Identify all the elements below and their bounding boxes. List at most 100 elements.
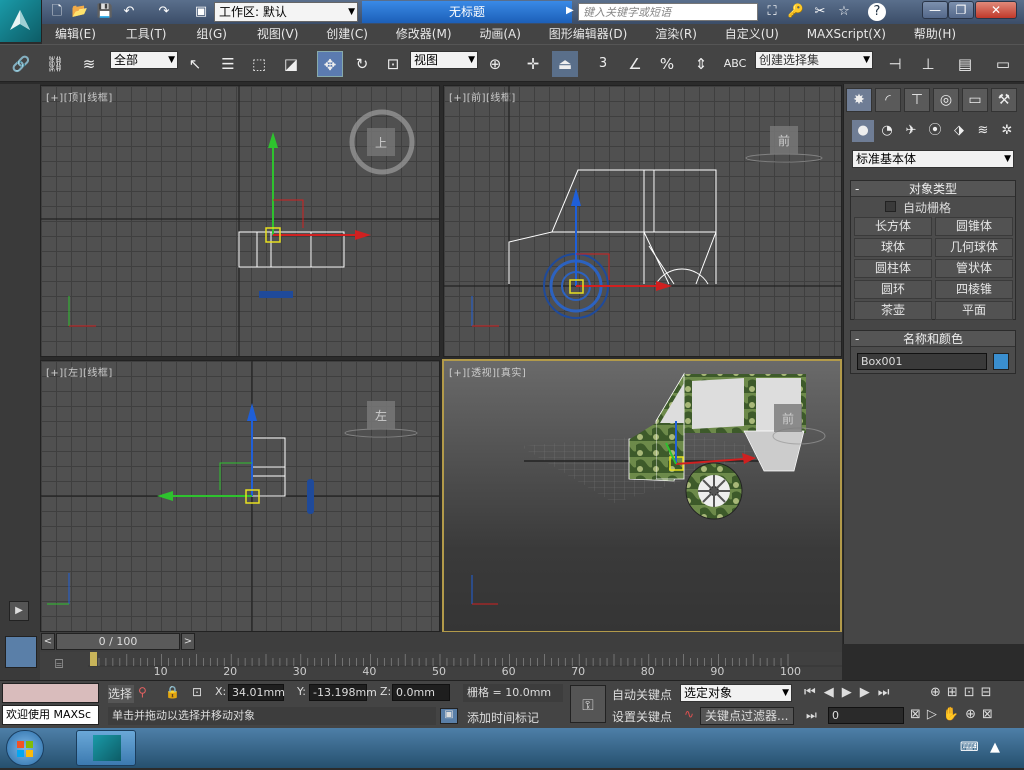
layer-manager-icon[interactable]: ▤: [952, 51, 978, 77]
maxscript-listener-pink[interactable]: [2, 683, 99, 703]
select-object-icon[interactable]: ↖: [182, 51, 208, 77]
autogrid-checkbox[interactable]: [885, 201, 896, 212]
search-arrow-icon[interactable]: ▶: [566, 5, 574, 16]
shapes-icon[interactable]: ◔: [876, 120, 898, 142]
object-color-swatch[interactable]: [993, 353, 1009, 370]
undo-icon[interactable]: ↶: [120, 3, 138, 21]
systems-icon[interactable]: ✲: [996, 120, 1018, 142]
key-filters-button[interactable]: 关键点过滤器...: [700, 707, 794, 725]
utilities-tab-icon[interactable]: ⚒: [991, 88, 1017, 112]
geometry-icon[interactable]: ●: [852, 120, 874, 142]
viewcube-front[interactable]: 前: [778, 133, 790, 148]
x-coord-input[interactable]: 34.01mm: [228, 684, 285, 701]
menu-help[interactable]: 帮助(H): [890, 24, 956, 44]
box-button[interactable]: 长方体: [854, 217, 932, 236]
close-button[interactable]: ✕: [975, 1, 1017, 19]
set-key-key-icon[interactable]: ⚿: [570, 685, 606, 723]
display-tab-icon[interactable]: ▭: [962, 88, 988, 112]
taskbar-3dsmax-button[interactable]: [76, 730, 136, 766]
viewport-front[interactable]: [+][前][线框] 前: [443, 85, 842, 357]
select-scale-icon[interactable]: ⊡: [380, 51, 406, 77]
menu-modifiers[interactable]: 修改器(M): [372, 24, 452, 44]
menu-animation[interactable]: 动画(A): [455, 24, 521, 44]
reference-coord-dropdown[interactable]: 视图 ▼: [410, 51, 478, 69]
plane-button[interactable]: 平面: [935, 301, 1013, 320]
link-icon[interactable]: 🔗: [8, 51, 34, 77]
teapot-button[interactable]: 茶壶: [854, 301, 932, 320]
bind-spacewarp-icon[interactable]: ≋: [76, 51, 102, 77]
spacewarps-icon[interactable]: ≋: [972, 120, 994, 142]
app-logo-button[interactable]: [0, 0, 42, 42]
set-key-button[interactable]: 设置关键点: [612, 708, 672, 725]
maximize-button[interactable]: ❐: [948, 1, 974, 19]
key-mode-icon[interactable]: ⏭: [806, 708, 817, 723]
graphite-tools-icon[interactable]: ▭: [990, 51, 1016, 77]
auto-key-button[interactable]: 自动关键点: [612, 686, 672, 703]
minimize-button[interactable]: —: [922, 1, 948, 19]
manipulate-icon[interactable]: ✛: [520, 51, 546, 77]
isolate-icon[interactable]: ⚲: [138, 685, 154, 699]
spinner-snap-icon[interactable]: ⇕: [688, 51, 714, 77]
pivot-center-icon[interactable]: ⊕: [482, 51, 508, 77]
project-folder-icon[interactable]: ▣: [192, 3, 210, 21]
viewport-nav-controls-bottom[interactable]: ⊠▷✋⊕⊠: [910, 707, 1022, 722]
key-icon[interactable]: 🔑: [787, 3, 805, 21]
selection-filter-dropdown[interactable]: 全部 ▼: [110, 51, 178, 69]
help-icon[interactable]: ?: [868, 3, 886, 21]
menu-tools[interactable]: 工具(T): [100, 24, 167, 44]
mirror-icon[interactable]: ⊣: [882, 51, 908, 77]
menu-graph-editors[interactable]: 图形编辑器(D): [525, 24, 628, 44]
lights-icon[interactable]: ✈: [900, 120, 922, 142]
snap-toggle-icon[interactable]: 3: [590, 51, 616, 77]
maxscript-listener-white[interactable]: 欢迎使用 MAXSc: [2, 705, 99, 725]
primitive-type-dropdown[interactable]: 标准基本体 ▼: [852, 150, 1014, 168]
named-selection-dropdown[interactable]: 创建选择集 ▼: [755, 51, 873, 69]
abs-mode-icon[interactable]: ⊡: [192, 685, 208, 699]
menu-group[interactable]: 组(G): [170, 24, 227, 44]
next-frame-arrow[interactable]: >: [181, 633, 195, 650]
helpers-icon[interactable]: ⬗: [948, 120, 970, 142]
star-icon[interactable]: ☆: [835, 3, 853, 21]
menu-customize[interactable]: 自定义(U): [701, 24, 779, 44]
windows-start-button[interactable]: [6, 730, 44, 766]
window-crossing-icon[interactable]: ◪: [278, 51, 304, 77]
geosphere-button[interactable]: 几何球体: [935, 238, 1013, 257]
keyboard-tray-icon[interactable]: ⌨: [960, 740, 979, 755]
align-icon[interactable]: ⊥: [915, 51, 941, 77]
keyboard-shortcut-icon[interactable]: ⏏: [552, 51, 578, 77]
viewport-perspective[interactable]: [+][透视][真实] 前: [442, 359, 842, 633]
menu-maxscript[interactable]: MAXScript(X): [783, 24, 886, 44]
key-target-dropdown[interactable]: 选定对象 ▼: [680, 684, 792, 702]
create-tab-icon[interactable]: ✸: [846, 88, 872, 112]
modify-tab-icon[interactable]: ◜: [875, 88, 901, 112]
angle-snap-icon[interactable]: ∠: [622, 51, 648, 77]
select-rotate-icon[interactable]: ↻: [349, 51, 375, 77]
workspace-dropdown[interactable]: 工作区: 默认 ▼: [214, 2, 358, 22]
search-input[interactable]: 键入关键字或短语: [578, 3, 758, 21]
sphere-button[interactable]: 球体: [854, 238, 932, 257]
binoculars-icon[interactable]: ⛶: [763, 3, 781, 21]
rect-selection-icon[interactable]: ⬚: [246, 51, 272, 77]
redo-icon[interactable]: ↷: [155, 3, 173, 21]
current-frame-marker[interactable]: [90, 652, 97, 666]
hierarchy-tab-icon[interactable]: ⊤: [904, 88, 930, 112]
motion-tab-icon[interactable]: ◎: [933, 88, 959, 112]
viewport-layout-icon[interactable]: [5, 636, 37, 668]
edit-named-sel-icon[interactable]: ABC: [722, 51, 748, 77]
frame-number-input[interactable]: 0: [828, 707, 904, 724]
play-panel-icon[interactable]: ▶: [9, 601, 29, 621]
percent-snap-icon[interactable]: %: [654, 51, 680, 77]
speaker-tray-icon[interactable]: ▲: [990, 740, 1000, 755]
track-bar[interactable]: ⌸ 10 20 30 40 50 60 70 80 90 100: [40, 652, 842, 680]
name-color-header[interactable]: - 名称和颜色: [851, 331, 1015, 347]
cameras-icon[interactable]: ⦿: [924, 120, 946, 142]
cylinder-button[interactable]: 圆柱体: [854, 259, 932, 278]
time-slider-thumb[interactable]: 0 / 100: [56, 633, 180, 650]
pyramid-button[interactable]: 四棱锥: [935, 280, 1013, 299]
menu-rendering[interactable]: 渲染(R): [631, 24, 697, 44]
menu-views[interactable]: 视图(V): [231, 24, 299, 44]
lock-icon[interactable]: 🔒: [165, 685, 181, 699]
select-move-icon[interactable]: ✥: [317, 51, 343, 77]
viewcube-left[interactable]: 左: [375, 408, 387, 423]
y-coord-input[interactable]: -13.198mm: [309, 684, 377, 701]
